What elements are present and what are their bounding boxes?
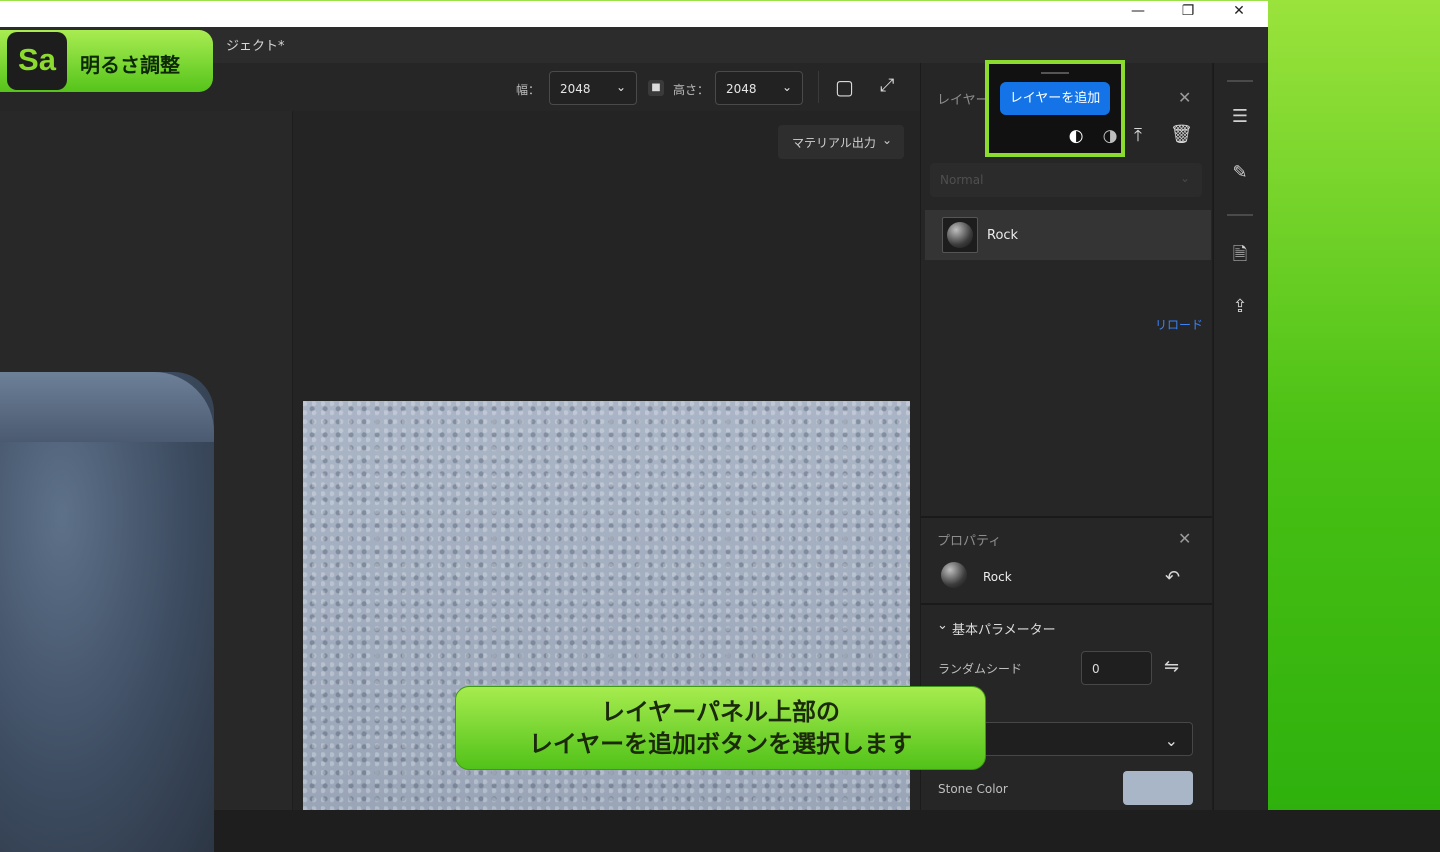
add-layer-popup: レイヤーを追加 ◐ ◑ (985, 60, 1125, 157)
property-item-name: Rock (983, 570, 1012, 584)
random-seed-label: ランダムシード (938, 662, 1023, 676)
close-icon[interactable]: ✕ (1178, 88, 1191, 107)
document-edit-icon[interactable]: 🗎 (1228, 242, 1252, 272)
lock-icon[interactable]: ■ (648, 80, 664, 96)
add-layer-button[interactable]: レイヤーを追加 (1000, 82, 1110, 115)
chevron-down-icon: ⌄ (1179, 171, 1190, 185)
window-titlebar: — ❐ ✕ (0, 0, 1268, 27)
width-label: 幅： (516, 83, 541, 97)
height-value: 2048 (726, 82, 757, 96)
close-icon[interactable]: ✕ (1229, 3, 1249, 19)
material-output-button[interactable]: マテリアル出力 ⌄ (778, 125, 904, 159)
close-icon[interactable]: ✕ (1178, 529, 1191, 548)
height-dropdown[interactable]: 2048 ⌄ (715, 71, 803, 105)
chevron-down-icon: ⌄ (881, 133, 892, 147)
chevron-down-icon: ⌄ (615, 80, 626, 94)
caption-line-1: レイヤーパネル上部の (600, 698, 841, 726)
blend-mode-value: Normal (940, 173, 984, 187)
stone-color-swatch[interactable] (1123, 771, 1193, 805)
random-seed-input[interactable]: 0 (1081, 651, 1152, 685)
trash-icon[interactable]: 🗑 (1170, 124, 1193, 145)
share-icon[interactable]: ⇪ (1228, 296, 1252, 317)
adjustment-layer-icon[interactable]: ◐ (1066, 126, 1086, 146)
stone-color-label: Stone Color (938, 782, 1008, 796)
3d-pot-model (0, 372, 214, 852)
section-title: 基本パラメーター (952, 623, 1056, 638)
rail-divider (1227, 80, 1253, 82)
reload-link[interactable]: リロード (1155, 316, 1203, 333)
height-label: 高さ： (673, 83, 710, 97)
reset-icon[interactable]: ↶ (1165, 567, 1180, 588)
chevron-down-icon: ⌄ (781, 80, 792, 94)
section-toggle[interactable]: ⌄ (937, 618, 948, 633)
3d-pot-rim (0, 372, 214, 442)
popup-grip (1041, 72, 1069, 74)
background-green-bar (1268, 0, 1440, 810)
restore-icon[interactable]: ❐ (1178, 3, 1198, 19)
sliders-icon[interactable]: ☰ (1228, 106, 1252, 127)
project-title: ジェクト* (226, 39, 285, 54)
layers-panel-title: レイヤー (937, 93, 989, 108)
width-value: 2048 (560, 82, 591, 96)
layer-row[interactable]: Rock (925, 210, 1211, 260)
export-layer-icon[interactable]: ⤒ (1134, 125, 1142, 146)
substance-logo: Sa (7, 32, 67, 90)
toolbar-divider (818, 71, 819, 103)
rail-divider (1227, 214, 1253, 216)
ruler-icon[interactable]: ✎ (1228, 162, 1252, 183)
width-dropdown[interactable]: 2048 ⌄ (549, 71, 637, 105)
3d-view-toggle-icon[interactable]: ▢ (835, 75, 854, 99)
shuffle-icon[interactable]: ⇋ (1164, 656, 1179, 677)
property-thumbnail (939, 560, 975, 596)
blend-mode-dropdown[interactable]: Normal ⌄ (930, 163, 1202, 197)
material-output-label: マテリアル出力 (792, 136, 876, 150)
material-layer-icon[interactable]: ◑ (1100, 126, 1120, 146)
fullscreen-icon[interactable]: ⤢ (880, 75, 894, 96)
caption-line-2: レイヤーを追加ボタンを選択します (528, 730, 913, 758)
badge-text: 明るさ調整 (80, 53, 180, 77)
tutorial-caption: レイヤーパネル上部の レイヤーを追加ボタンを選択します (455, 686, 986, 770)
properties-panel-title: プロパティ (937, 534, 1002, 549)
minimize-icon[interactable]: — (1128, 3, 1148, 19)
layer-name: Rock (987, 228, 1019, 243)
chevron-down-icon: ⌄ (1164, 731, 1178, 750)
panel-divider (921, 516, 1212, 518)
layer-thumbnail (942, 217, 978, 253)
panel-divider (921, 603, 1212, 605)
